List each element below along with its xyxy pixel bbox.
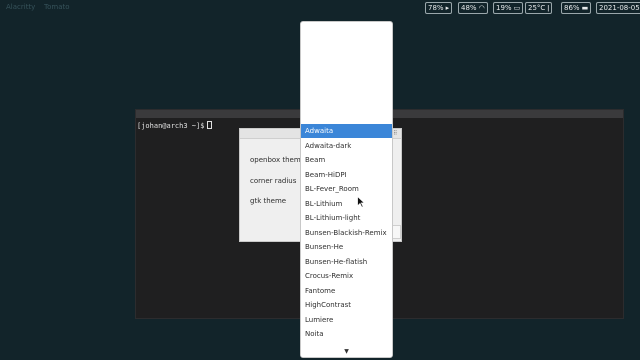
dropdown-option[interactable]: Lumiere [301,313,392,327]
battery-value: 86% [564,4,580,12]
openbox-theme-label: openbox theme [250,156,305,164]
wifi-indicator: 48% ◠ [458,2,488,14]
thermometer-icon: ǀ [547,4,550,12]
corner-radius-label: corner radius [250,177,297,185]
dropdown-option[interactable]: HighContrast [301,298,392,312]
dropdown-option[interactable]: Bunsen-He [301,240,392,254]
dropdown-option[interactable]: Beam [301,153,392,167]
workspace-label-tomato[interactable]: Tomato [44,3,70,11]
dropdown-option[interactable]: Beam-HiDPI [301,168,392,182]
dropdown-option[interactable]: Bunsen-He-flatish [301,255,392,269]
dropdown-option[interactable]: BL-Lithium [301,197,392,211]
scroll-down-arrow-icon[interactable]: ▼ [301,346,392,357]
dropdown-option-adwaita[interactable]: Adwaita [301,124,392,138]
battery-icon: ▬ [581,4,589,12]
wifi-icon: ◠ [478,4,485,12]
dropdown-option[interactable]: Fantome [301,284,392,298]
dropdown-option[interactable]: Noita [301,327,392,341]
dropdown-option[interactable]: BL-Lithium-light [301,211,392,225]
disk-value: 19% [496,4,512,12]
disk-indicator: 19% ▭ [493,2,524,14]
workspace-label-alacritty[interactable]: Alacritty [6,3,35,11]
date-value: 2021-08-05 [599,4,640,12]
gtk-theme-label: gtk theme [250,197,287,205]
gtk-theme-dropdown[interactable]: Adwaita Adwaita-dark Beam Beam-HiDPI BL-… [300,21,393,358]
wifi-value: 48% [461,4,477,12]
volume-indicator: 78% ▸ [425,2,453,14]
top-status-bar: Alacritty Tomato 78% ▸ 48% ◠ 19% ▭ 25°C ǀ 86… [0,0,640,16]
temperature-indicator: 25°C ǀ [525,2,553,14]
dropdown-option[interactable]: Adwaita-dark [301,139,392,153]
dropdown-option[interactable]: Bunsen-Blackish-Remix [301,226,392,240]
date-indicator: 2021-08-05 [596,2,640,14]
dropdown-option[interactable]: Crocus-Remix [301,269,392,283]
volume-value: 78% [428,4,444,12]
grip-icon: ⠿ [393,130,398,137]
temperature-value: 25°C [528,4,546,12]
disk-icon: ▭ [513,4,521,12]
terminal-prompt: [johan@arch3 ~]$ [137,122,205,130]
battery-indicator: 86% ▬ [561,2,592,14]
volume-icon: ▸ [445,4,450,12]
terminal-prompt-line: [johan@arch3 ~]$ [137,121,213,130]
terminal-cursor [207,121,213,129]
mouse-pointer-icon [357,196,365,208]
dropdown-option[interactable]: BL-Fever_Room [301,182,392,196]
